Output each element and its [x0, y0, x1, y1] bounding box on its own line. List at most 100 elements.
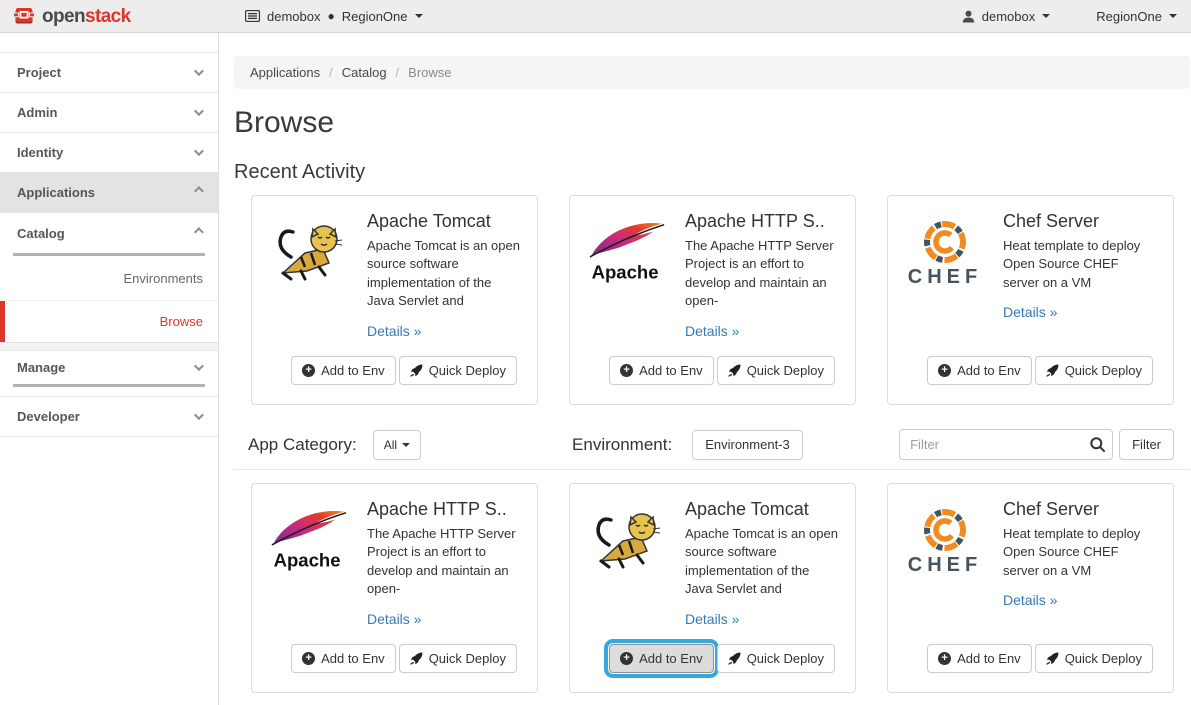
add-to-env-button[interactable]: + Add to Env	[609, 356, 714, 385]
add-to-env-button[interactable]: + Add to Env	[291, 644, 396, 673]
sidebar-item-browse-active[interactable]: Browse	[0, 301, 218, 342]
breadcrumb-separator: /	[329, 65, 333, 80]
quick-deploy-button[interactable]: Quick Deploy	[1035, 356, 1153, 385]
filter-button[interactable]: Filter	[1119, 429, 1174, 460]
quick-deploy-button[interactable]: Quick Deploy	[717, 356, 835, 385]
app-title: Apache Tomcat	[367, 211, 522, 232]
rocket-icon	[1046, 364, 1059, 377]
sidebar-item-admin[interactable]: Admin	[0, 93, 218, 133]
region-menu-label: RegionOne	[1096, 9, 1162, 24]
breadcrumb: Applications / Catalog / Browse	[234, 56, 1190, 89]
chevron-down-icon	[194, 410, 204, 420]
tomcat-logo	[267, 211, 351, 295]
plus-circle-icon: +	[620, 364, 633, 377]
project-region-switcher[interactable]: demobox ● RegionOne	[245, 9, 423, 24]
quick-deploy-button[interactable]: Quick Deploy	[1035, 644, 1153, 673]
sidebar-item-catalog[interactable]: Catalog	[0, 213, 218, 253]
section-divider	[234, 469, 1190, 470]
chevron-down-icon	[194, 66, 204, 76]
details-link[interactable]: Details »	[367, 323, 421, 339]
details-link[interactable]: Details »	[685, 611, 739, 627]
sidebar-item-identity[interactable]: Identity	[0, 133, 218, 173]
user-icon	[962, 10, 975, 23]
plus-circle-icon: +	[302, 364, 315, 377]
caret-down-icon	[415, 14, 423, 18]
app-title: Chef Server	[1003, 499, 1158, 520]
app-title: Apache Tomcat	[685, 499, 840, 520]
app-card-chef-server: CHEF Chef Server Heat template to deploy…	[887, 483, 1174, 693]
quick-deploy-button[interactable]: Quick Deploy	[399, 644, 517, 673]
sidebar-nav: Project Admin Identity Applications Cata…	[0, 33, 219, 705]
active-item-indicator	[0, 301, 5, 342]
rocket-icon	[728, 364, 741, 377]
app-description: The Apache HTTP Server Project is an eff…	[685, 237, 840, 311]
app-description: Apache Tomcat is an open source software…	[367, 237, 522, 311]
quick-deploy-button[interactable]: Quick Deploy	[399, 356, 517, 385]
rocket-icon	[1046, 652, 1059, 665]
sidebar-item-label: Admin	[17, 105, 57, 120]
sidebar-item-project[interactable]: Project	[0, 53, 218, 93]
sidebar-item-environments[interactable]: Environments	[0, 256, 218, 301]
page-title: Browse	[234, 106, 1191, 140]
app-title: Chef Server	[1003, 211, 1158, 232]
details-link[interactable]: Details »	[367, 611, 421, 627]
sidebar-item-label: Catalog	[17, 226, 65, 241]
chevron-up-icon	[194, 227, 204, 237]
breadcrumb-applications[interactable]: Applications	[250, 65, 320, 80]
sidebar-item-developer[interactable]: Developer	[0, 397, 218, 437]
app-title: Apache HTTP S..	[685, 211, 840, 232]
filter-toolbar: App Category: All Environment: Environme…	[234, 429, 1174, 460]
app-description: Apache Tomcat is an open source software…	[685, 525, 840, 599]
app-card-apache-http: Apache Apache HTTP S.. The Apache HTTP S…	[569, 195, 856, 405]
openstack-brand[interactable]: openstack	[0, 6, 219, 26]
svg-text:Apache: Apache	[274, 549, 341, 570]
app-category-dropdown[interactable]: All	[373, 430, 421, 460]
breadcrumb-catalog[interactable]: Catalog	[342, 65, 387, 80]
recent-activity-cards: Apache Tomcat Apache Tomcat is an open s…	[234, 195, 1191, 405]
environment-button[interactable]: Environment-3	[692, 430, 803, 460]
recent-activity-heading: Recent Activity	[234, 161, 1191, 184]
app-description: The Apache HTTP Server Project is an eff…	[367, 525, 522, 599]
details-link[interactable]: Details »	[685, 323, 739, 339]
add-to-env-button[interactable]: + Add to Env	[927, 644, 1032, 673]
user-menu[interactable]: demobox	[962, 9, 1050, 24]
chevron-up-icon	[194, 186, 204, 196]
chevron-down-icon	[194, 146, 204, 156]
add-to-env-button[interactable]: + Add to Env	[927, 356, 1032, 385]
plus-circle-icon: +	[938, 364, 951, 377]
svg-text:CHEF: CHEF	[908, 554, 982, 576]
sidebar-group-gap	[0, 342, 218, 351]
sidebar-panel-pad	[0, 387, 218, 397]
filter-search	[899, 429, 1113, 460]
sidebar-item-label: Identity	[17, 145, 63, 160]
sidebar-item-manage[interactable]: Manage	[0, 351, 218, 384]
sidebar-subitem-label: Browse	[160, 314, 203, 329]
rocket-icon	[728, 652, 741, 665]
chef-logo: CHEF	[903, 211, 987, 295]
plus-circle-icon: +	[302, 652, 315, 665]
details-link[interactable]: Details »	[1003, 592, 1057, 608]
filter-input[interactable]	[899, 429, 1113, 460]
add-to-env-button-highlighted[interactable]: + Add to Env	[609, 644, 714, 673]
sidebar-item-label: Project	[17, 65, 61, 80]
openstack-logo-icon	[13, 6, 35, 26]
current-region-label: RegionOne	[342, 9, 408, 24]
sidebar-item-applications[interactable]: Applications	[0, 173, 218, 213]
region-menu[interactable]: RegionOne	[1096, 9, 1177, 24]
top-header: openstack demobox ● RegionOne demobox Re…	[0, 0, 1191, 33]
sidebar-item-label: Applications	[17, 185, 95, 200]
rocket-icon	[410, 364, 423, 377]
details-link[interactable]: Details »	[1003, 304, 1057, 320]
apache-logo: Apache	[585, 211, 669, 295]
environment-label: Environment:	[572, 435, 672, 455]
plus-circle-icon: +	[938, 652, 951, 665]
app-description: Heat template to deploy Open Source CHEF…	[1003, 525, 1158, 580]
openstack-wordmark: openstack	[42, 7, 131, 26]
chevron-down-icon	[194, 361, 204, 371]
app-title: Apache HTTP S..	[367, 499, 522, 520]
add-to-env-button[interactable]: + Add to Env	[291, 356, 396, 385]
quick-deploy-button[interactable]: Quick Deploy	[717, 644, 835, 673]
app-card-apache-http: Apache Apache HTTP S.. The Apache HTTP S…	[251, 483, 538, 693]
plus-circle-icon: +	[620, 652, 633, 665]
current-project-label: demobox	[267, 9, 320, 24]
